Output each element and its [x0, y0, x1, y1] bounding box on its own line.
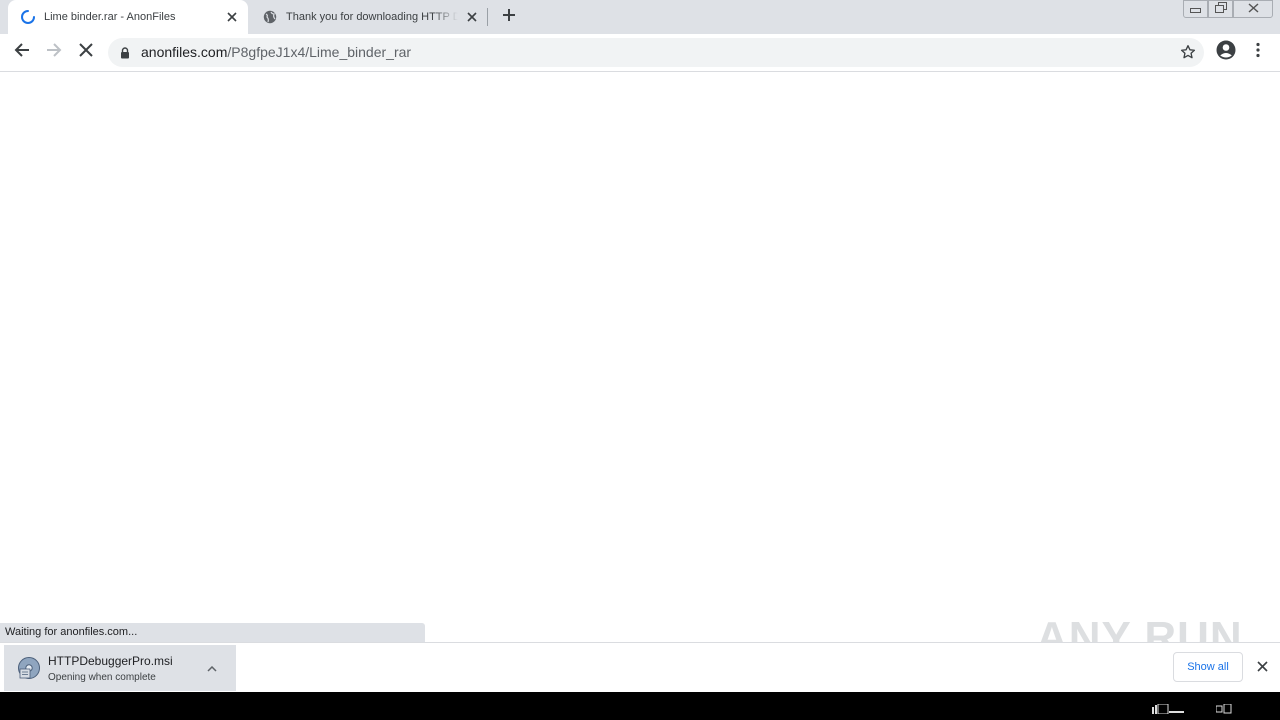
lock-icon[interactable]	[120, 46, 130, 64]
close-icon	[1256, 659, 1268, 677]
tab-close-icon[interactable]	[224, 9, 240, 25]
address-bar[interactable]: anonfiles.com/P8gfpeJ1x4/Lime_binder_rar	[108, 38, 1204, 67]
forward-button[interactable]	[42, 40, 66, 64]
bookmark-star-button[interactable]	[1180, 44, 1196, 65]
chevron-up-icon	[207, 659, 217, 677]
status-bubble: Waiting for anonfiles.com...	[0, 623, 425, 642]
window-close-button[interactable]	[1233, 0, 1273, 18]
network-tray-icon[interactable]	[1152, 701, 1184, 715]
stop-x-icon	[79, 42, 93, 62]
url-text[interactable]: anonfiles.com/P8gfpeJ1x4/Lime_binder_rar	[141, 44, 411, 60]
kebab-menu-icon	[1256, 42, 1260, 63]
back-arrow-icon	[14, 42, 30, 63]
download-item[interactable]: HTTPDebuggerPro.msi Opening when complet…	[4, 645, 236, 691]
forward-arrow-icon	[46, 42, 62, 63]
tab-close-icon[interactable]	[464, 9, 480, 25]
tab-strip: Lime binder.rar - AnonFiles Thank you fo…	[0, 0, 1280, 34]
download-options-button[interactable]	[204, 660, 220, 676]
account-icon	[1216, 40, 1236, 65]
download-filename: HTTPDebuggerPro.msi	[48, 654, 173, 668]
page-content	[0, 72, 1280, 623]
close-shelf-button[interactable]	[1253, 659, 1271, 677]
show-all-button[interactable]: Show all	[1173, 652, 1243, 682]
menu-button[interactable]	[1246, 40, 1270, 64]
new-tab-button[interactable]	[498, 6, 520, 28]
plus-icon	[502, 8, 516, 27]
tab-lime-binder[interactable]: Lime binder.rar - AnonFiles	[8, 0, 248, 34]
profile-button[interactable]	[1214, 40, 1238, 64]
minimize-icon	[1190, 0, 1201, 18]
restore-button[interactable]	[1208, 0, 1233, 18]
tab-separator	[487, 8, 488, 26]
stop-button[interactable]	[74, 40, 98, 64]
url-path: /P8gfpeJ1x4/Lime_binder_rar	[227, 44, 412, 60]
close-icon	[1248, 0, 1259, 18]
url-domain: anonfiles.com	[141, 44, 228, 60]
restore-icon	[1214, 0, 1227, 18]
download-status: Opening when complete	[48, 672, 156, 683]
tab-title: Thank you for downloading HTTP Debugger	[286, 11, 458, 23]
msi-installer-icon	[17, 656, 41, 680]
spinner-icon	[20, 9, 36, 25]
speaker-tray-icon[interactable]	[1215, 701, 1232, 714]
tab-title: Lime binder.rar - AnonFiles	[44, 11, 176, 23]
back-button[interactable]	[10, 40, 34, 64]
browser-toolbar: anonfiles.com/P8gfpeJ1x4/Lime_binder_rar	[0, 34, 1280, 72]
download-shelf: HTTPDebuggerPro.msi Opening when complet…	[0, 642, 1280, 693]
tab-http-debugger[interactable]: Thank you for downloading HTTP Debugger	[250, 0, 488, 34]
minimize-button[interactable]	[1183, 0, 1208, 18]
star-icon	[1180, 45, 1196, 64]
globe-icon	[262, 9, 278, 25]
taskbar	[0, 692, 1280, 720]
